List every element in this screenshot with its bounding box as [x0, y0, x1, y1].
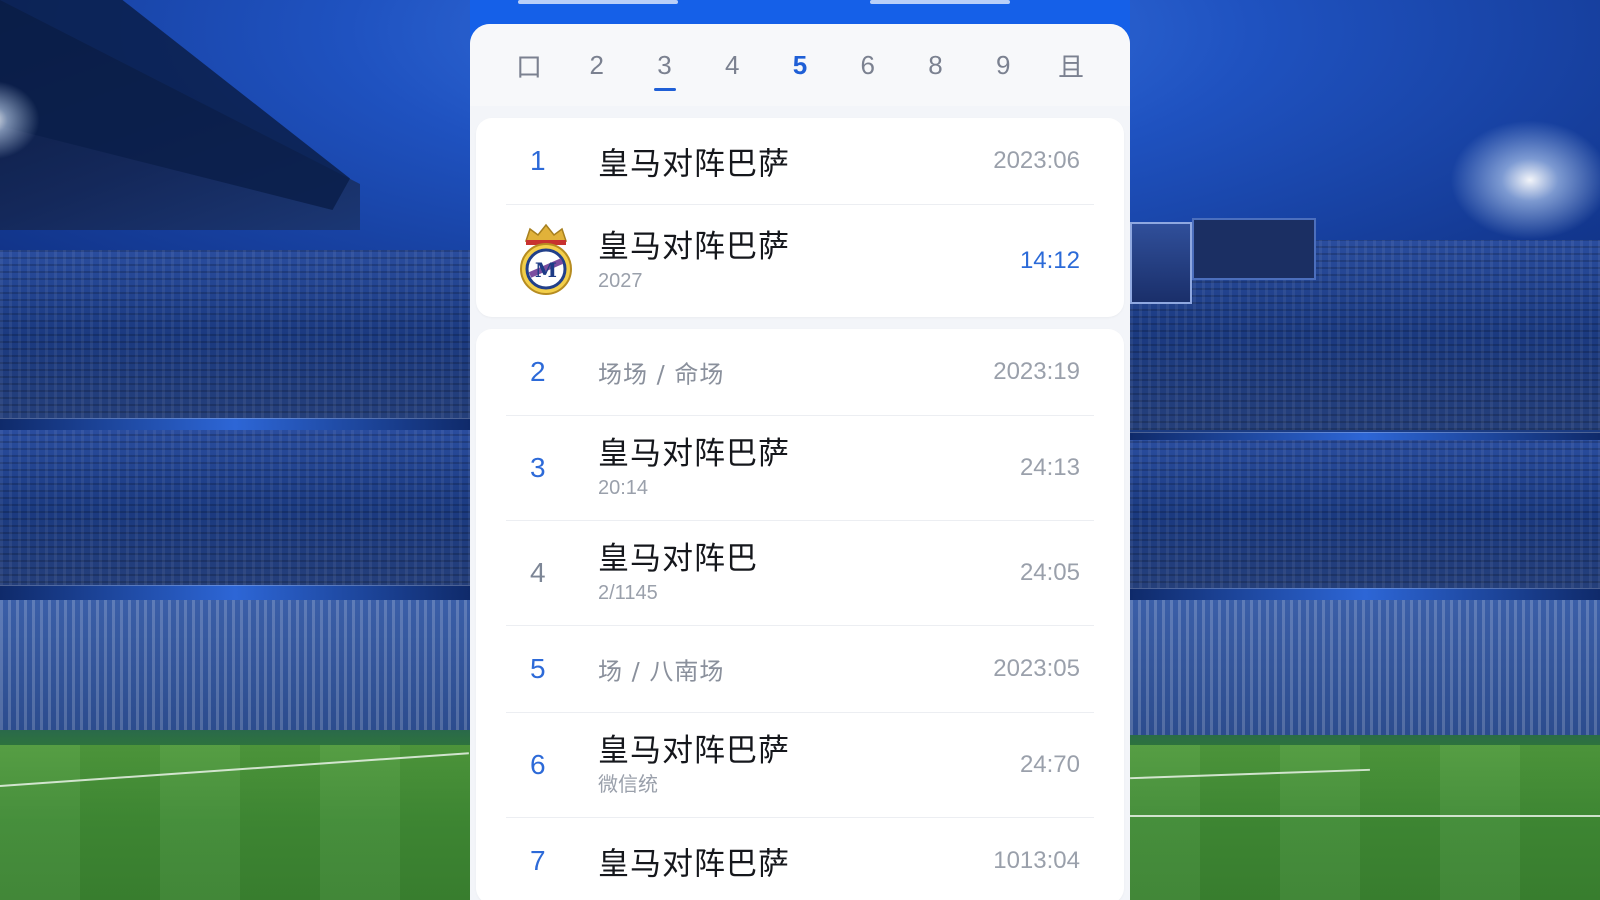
- match-title: 场 / 八南场: [598, 657, 725, 686]
- stadium-screen: [1130, 222, 1192, 304]
- tab-8[interactable]: 且: [1046, 47, 1096, 84]
- ad-board: [0, 585, 470, 600]
- list-item[interactable]: 2 场场 / 命场 2023:19: [506, 329, 1094, 416]
- match-subtitle: 2027: [598, 270, 643, 292]
- match-title: 皇马对阵巴萨: [598, 846, 790, 883]
- list-item[interactable]: M 皇马对阵巴萨 2027 14:12: [506, 205, 1094, 317]
- stand-right-middle: [1130, 440, 1600, 590]
- match-time: 24:05: [1019, 559, 1080, 586]
- rank-number: 2: [530, 356, 546, 387]
- app-panel: 口 2 3 4 5 6 8 9 且 1 皇马对阵巴萨 2023:06 M 皇马对…: [470, 0, 1130, 900]
- list-group: 2 场场 / 命场 2023:19 3 皇马对阵巴萨 20:14 24:13 4…: [476, 329, 1124, 900]
- real-madrid-crest-icon: M: [516, 223, 576, 299]
- match-time: 24:70: [1019, 751, 1080, 778]
- floodlight: [1450, 120, 1600, 240]
- match-info: 皇马对阵巴萨 微信统: [598, 732, 790, 798]
- stand-left-lower: [0, 600, 470, 730]
- pitch-line: [1130, 815, 1600, 817]
- match-title: 场场 / 命场: [598, 360, 725, 389]
- match-time: 14:12: [1019, 247, 1080, 274]
- header-pill: [518, 0, 678, 4]
- stand-left-middle: [0, 430, 470, 590]
- match-list: 1 皇马对阵巴萨 2023:06 M 皇马对阵巴萨 2027 14:12 2 场…: [476, 118, 1124, 900]
- match-title: 皇马对阵巴萨: [598, 733, 790, 769]
- list-item[interactable]: 4 皇马对阵巴 2/1145 24:05: [506, 521, 1094, 626]
- list-item[interactable]: 7 皇马对阵巴萨 1013:04: [506, 818, 1094, 900]
- stand-right-lower: [1130, 600, 1600, 735]
- match-time: 2023:19: [993, 358, 1080, 385]
- list-item[interactable]: 6 皇马对阵巴萨 微信统 24:70: [506, 713, 1094, 818]
- tab-2[interactable]: 3: [640, 50, 690, 91]
- match-subtitle: 微信统: [598, 774, 658, 796]
- stand-left-upper: [0, 250, 470, 420]
- pitch-line: [1130, 768, 1370, 780]
- tab-5[interactable]: 6: [843, 50, 893, 81]
- match-subtitle: 2/1145: [598, 582, 658, 604]
- tab-6[interactable]: 8: [911, 50, 961, 81]
- match-time: 2023:06: [993, 147, 1080, 174]
- match-info: 皇马对阵巴 2/1145: [598, 540, 758, 606]
- rank-number: 5: [530, 653, 546, 684]
- pitch-line: [0, 752, 469, 787]
- tab-4-active[interactable]: 5: [775, 50, 825, 81]
- list-item[interactable]: 5 场 / 八南场 2023:05: [506, 626, 1094, 713]
- match-title: 皇马对阵巴: [598, 541, 758, 577]
- rank-number: 6: [530, 749, 546, 780]
- tab-7[interactable]: 9: [978, 50, 1028, 81]
- rank-number: 7: [530, 845, 546, 876]
- list-item[interactable]: 1 皇马对阵巴萨 2023:06: [506, 118, 1094, 205]
- match-title: 皇马对阵巴萨: [598, 229, 790, 265]
- scoreboard: [1192, 218, 1316, 280]
- match-time: 2023:05: [993, 655, 1080, 682]
- match-subtitle: 20:14: [598, 477, 649, 499]
- tab-bar: 口 2 3 4 5 6 8 9 且: [470, 24, 1130, 106]
- floodlight: [0, 80, 40, 160]
- svg-text:M: M: [535, 258, 557, 282]
- header-pill: [870, 0, 1010, 4]
- match-time: 24:13: [1019, 454, 1080, 481]
- match-info: 皇马对阵巴萨 2027: [598, 228, 790, 294]
- match-info: 皇马对阵巴萨 20:14: [598, 435, 790, 501]
- match-time: 1013:04: [993, 847, 1080, 874]
- list-item[interactable]: 3 皇马对阵巴萨 20:14 24:13: [506, 416, 1094, 521]
- list-group: 1 皇马对阵巴萨 2023:06 M 皇马对阵巴萨 2027 14:12: [476, 118, 1124, 317]
- ranking-card: 口 2 3 4 5 6 8 9 且 1 皇马对阵巴萨 2023:06 M 皇马对…: [470, 24, 1130, 900]
- tab-0[interactable]: 口: [504, 47, 554, 84]
- tab-3[interactable]: 4: [707, 50, 757, 81]
- match-title: 皇马对阵巴萨: [598, 146, 790, 183]
- rank-number: 1: [530, 145, 546, 176]
- rank-number: 4: [530, 557, 546, 588]
- tab-1[interactable]: 2: [572, 50, 622, 81]
- match-title: 皇马对阵巴萨: [598, 436, 790, 472]
- rank-number: 3: [530, 452, 546, 483]
